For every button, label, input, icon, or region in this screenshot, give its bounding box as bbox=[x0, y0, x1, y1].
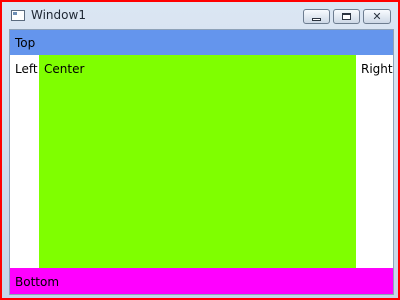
bottom-region: Bottom bbox=[10, 268, 393, 294]
minimize-button[interactable] bbox=[303, 9, 330, 24]
minimize-icon bbox=[312, 18, 321, 21]
right-region: Right bbox=[356, 55, 393, 268]
right-label: Right bbox=[361, 62, 393, 76]
maximize-button[interactable] bbox=[333, 9, 360, 24]
maximize-icon bbox=[342, 13, 351, 20]
top-label: Top bbox=[15, 36, 36, 50]
window: Window1 ✕ Top Left Center Right Bottom bbox=[0, 0, 400, 300]
top-region: Top bbox=[10, 30, 393, 55]
dock-panel: Top Left Center Right Bottom bbox=[9, 29, 394, 295]
close-icon: ✕ bbox=[372, 10, 382, 23]
left-region: Left bbox=[10, 55, 39, 268]
bottom-label: Bottom bbox=[15, 275, 60, 289]
window-title: Window1 bbox=[31, 8, 86, 22]
title-bar[interactable]: Window1 ✕ bbox=[2, 2, 398, 29]
left-label: Left bbox=[15, 62, 38, 76]
close-button[interactable]: ✕ bbox=[363, 9, 391, 24]
center-region: Center bbox=[39, 55, 356, 268]
center-label: Center bbox=[44, 62, 85, 76]
window-app-icon[interactable] bbox=[11, 10, 25, 21]
